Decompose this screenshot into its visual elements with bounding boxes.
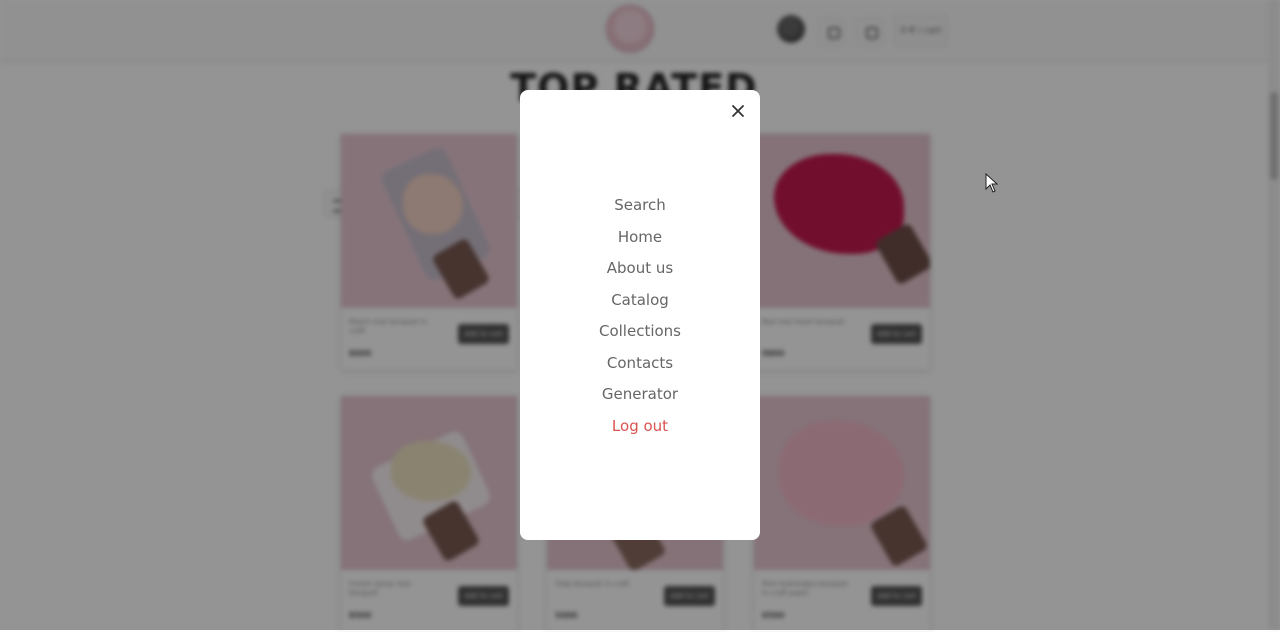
menu-item-about-us[interactable]: About us — [520, 253, 760, 285]
menu-item-search[interactable]: Search — [520, 190, 760, 222]
menu-item-catalog[interactable]: Catalog — [520, 285, 760, 317]
menu-item-collections[interactable]: Collections — [520, 316, 760, 348]
navigation-menu: Search Home About us Catalog Collections… — [520, 190, 760, 442]
menu-item-home[interactable]: Home — [520, 222, 760, 254]
mouse-pointer-icon — [985, 172, 999, 193]
menu-item-contacts[interactable]: Contacts — [520, 348, 760, 380]
menu-item-log-out[interactable]: Log out — [520, 411, 760, 443]
close-icon[interactable] — [728, 101, 748, 121]
menu-item-generator[interactable]: Generator — [520, 379, 760, 411]
